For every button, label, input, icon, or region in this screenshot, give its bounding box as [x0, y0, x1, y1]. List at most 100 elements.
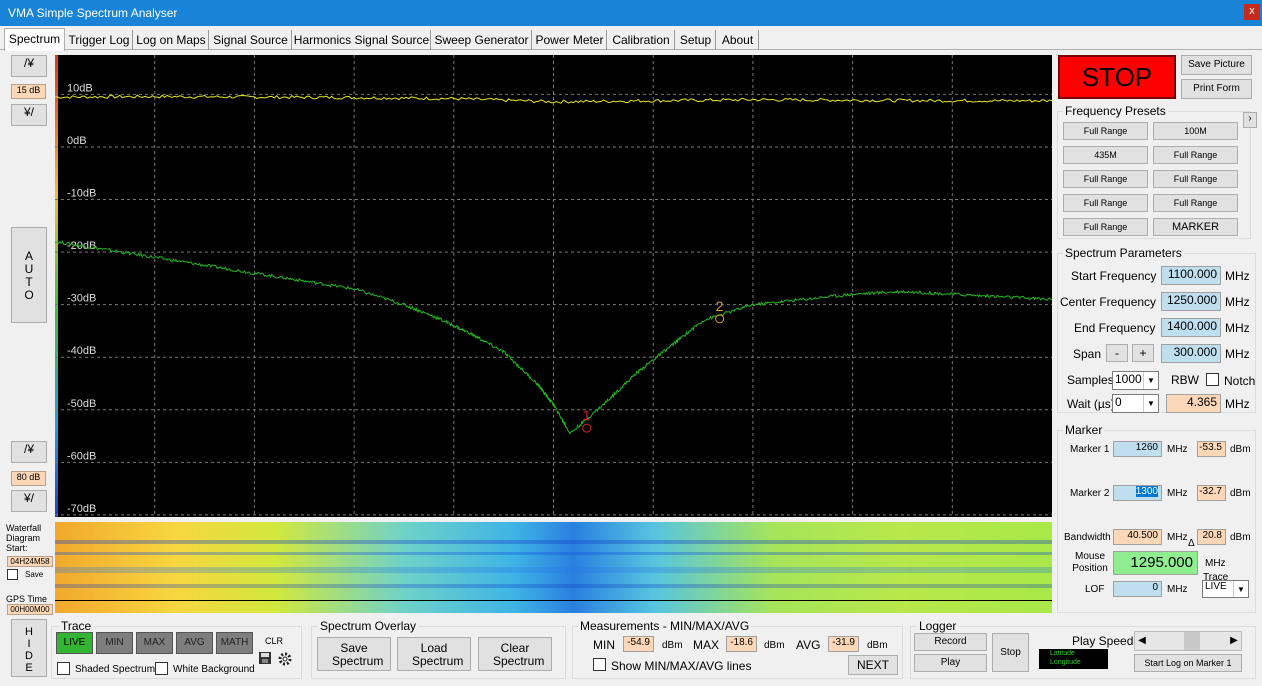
- span-plus-button[interactable]: +: [1132, 344, 1154, 362]
- marker-2-frequency[interactable]: 1300: [1113, 485, 1162, 501]
- gps-coordinates-display: Latitude Longitude: [1039, 649, 1108, 669]
- center-frequency-input[interactable]: 1250.000: [1161, 292, 1221, 311]
- start-log-button[interactable]: Start Log on Marker 1: [1134, 654, 1242, 672]
- marker-1-frequency[interactable]: 1260: [1113, 441, 1162, 457]
- stop-button[interactable]: STOP: [1058, 55, 1176, 99]
- marker-1-unit: MHz: [1167, 444, 1188, 455]
- samples-select[interactable]: 1000 ▼: [1112, 371, 1159, 390]
- preset-3-button[interactable]: 435M: [1063, 146, 1148, 164]
- play-button[interactable]: Play: [914, 654, 987, 672]
- avg-label: AVG: [796, 638, 821, 652]
- bandwidth-db-value: 20.8: [1197, 529, 1226, 545]
- tab-calibration[interactable]: Calibration: [608, 30, 675, 50]
- hide-button[interactable]: HIDE: [11, 619, 47, 677]
- trace-title: Trace: [59, 619, 94, 633]
- ref-level-value: 15 dB: [11, 84, 46, 99]
- mouse-position-unit: MHz: [1205, 558, 1226, 569]
- trace-max-button[interactable]: MAX: [136, 632, 173, 654]
- end-frequency-input[interactable]: 1400.000: [1161, 318, 1221, 337]
- tab-spectrum[interactable]: Spectrum: [4, 28, 65, 51]
- logger-stop-button[interactable]: Stop: [992, 633, 1029, 672]
- range-down-button[interactable]: ¥/: [11, 490, 47, 512]
- span-minus-button[interactable]: -: [1106, 344, 1128, 362]
- preset-2-button[interactable]: 100M: [1153, 122, 1238, 140]
- y-tick-label: -70dB: [67, 503, 96, 515]
- tab-trigger-log[interactable]: Trigger Log: [66, 30, 133, 50]
- chevron-down-icon: ▼: [1143, 395, 1158, 412]
- end-frequency-unit: MHz: [1225, 321, 1250, 335]
- preset-1-button[interactable]: Full Range: [1063, 122, 1148, 140]
- avg-value: -31.9: [828, 636, 859, 652]
- trace-live-button[interactable]: LIVE: [56, 632, 93, 654]
- waterfall-save-checkbox[interactable]: [7, 569, 18, 580]
- clear-spectrum-button[interactable]: Clear Spectrum: [478, 637, 552, 671]
- mouse-position-value: 1295.000: [1113, 551, 1198, 575]
- wait-select[interactable]: 0 ▼: [1112, 394, 1159, 413]
- gps-time-value: 00H00M00: [7, 604, 53, 615]
- trace-math-button[interactable]: MATH: [216, 632, 253, 654]
- save-icon[interactable]: [258, 651, 272, 665]
- ref-level-down-button[interactable]: ¥/: [11, 104, 47, 126]
- tab-setup[interactable]: Setup: [676, 30, 716, 50]
- trace-clear-button[interactable]: CLR: [265, 636, 283, 646]
- tab-power-meter[interactable]: Power Meter: [533, 30, 607, 50]
- preset-5-button[interactable]: Full Range: [1063, 170, 1148, 188]
- lof-label: LOF: [1085, 584, 1105, 595]
- y-tick-label: -50dB: [67, 398, 96, 410]
- delta-icon: Δ: [1188, 538, 1195, 549]
- ref-level-up-button[interactable]: /¥: [11, 55, 47, 77]
- trace-min-button[interactable]: MIN: [96, 632, 133, 654]
- save-spectrum-button[interactable]: Save Spectrum: [317, 637, 391, 671]
- chevron-left-icon[interactable]: ◀: [1135, 632, 1149, 650]
- play-speed-slider[interactable]: ◀ ▶: [1134, 631, 1242, 651]
- preset-8-button[interactable]: Full Range: [1153, 194, 1238, 212]
- trace-select[interactable]: LIVE ▼: [1202, 580, 1249, 598]
- max-unit: dBm: [764, 640, 785, 651]
- tab-about[interactable]: About: [717, 30, 759, 50]
- shaded-spectrum-checkbox[interactable]: [57, 662, 70, 675]
- record-button[interactable]: Record: [914, 633, 987, 651]
- gear-icon[interactable]: [277, 651, 293, 667]
- preset-7-button[interactable]: Full Range: [1063, 194, 1148, 212]
- show-lines-checkbox[interactable]: [593, 658, 606, 671]
- lof-unit: MHz: [1167, 584, 1188, 595]
- load-spectrum-button[interactable]: Load Spectrum: [397, 637, 471, 671]
- marker-2-label: Marker 2: [1070, 488, 1110, 499]
- span-unit: MHz: [1225, 347, 1250, 361]
- tab-signal-source[interactable]: Signal Source: [210, 30, 292, 50]
- print-form-button[interactable]: Print Form: [1181, 79, 1252, 99]
- start-frequency-input[interactable]: 1100.000: [1161, 266, 1221, 285]
- span-input[interactable]: 300.000: [1161, 344, 1221, 363]
- trace-avg-button[interactable]: AVG: [176, 632, 213, 654]
- waterfall-diagram: [55, 522, 1052, 613]
- preset-marker-button[interactable]: MARKER: [1153, 218, 1238, 236]
- presets-next-arrow-icon[interactable]: ›: [1243, 112, 1257, 128]
- tab-bar: Spectrum Trigger Log Log on Maps Signal …: [0, 28, 1262, 51]
- next-button[interactable]: NEXT: [848, 655, 898, 675]
- play-speed-label: Play Speed: [1072, 634, 1134, 648]
- marker-1-dbm-unit: dBm: [1230, 444, 1251, 455]
- range-up-button[interactable]: /¥: [11, 441, 47, 463]
- slider-thumb[interactable]: [1184, 632, 1200, 650]
- chevron-right-icon[interactable]: ▶: [1227, 632, 1241, 650]
- tab-log-on-maps[interactable]: Log on Maps: [134, 30, 209, 50]
- min-value: -54.9: [623, 636, 654, 652]
- spectrum-plot[interactable]: 10dB 0dB -10dB -20dB -30dB -40dB -50dB -60dB -70…: [54, 55, 1053, 517]
- rbw-label: RBW: [1171, 373, 1199, 387]
- lof-input[interactable]: 0: [1113, 581, 1162, 597]
- tab-harmonics-signal-source[interactable]: Harmonics Signal Source: [293, 30, 431, 50]
- notch-checkbox[interactable]: [1206, 373, 1219, 386]
- white-background-checkbox[interactable]: [155, 662, 168, 675]
- center-frequency-unit: MHz: [1225, 295, 1250, 309]
- save-picture-button[interactable]: Save Picture: [1181, 55, 1252, 75]
- close-button[interactable]: x: [1244, 4, 1260, 20]
- auto-button[interactable]: AUTO: [11, 227, 47, 323]
- spectrum-overlay-title: Spectrum Overlay: [318, 619, 419, 633]
- samples-label: Samples: [1067, 373, 1114, 387]
- preset-9-button[interactable]: Full Range: [1063, 218, 1148, 236]
- title-bar: VMA Simple Spectrum Analyser x: [0, 0, 1262, 26]
- range-value: 80 dB: [11, 471, 46, 486]
- preset-4-button[interactable]: Full Range: [1153, 146, 1238, 164]
- tab-sweep-generator[interactable]: Sweep Generator: [432, 30, 532, 50]
- preset-6-button[interactable]: Full Range: [1153, 170, 1238, 188]
